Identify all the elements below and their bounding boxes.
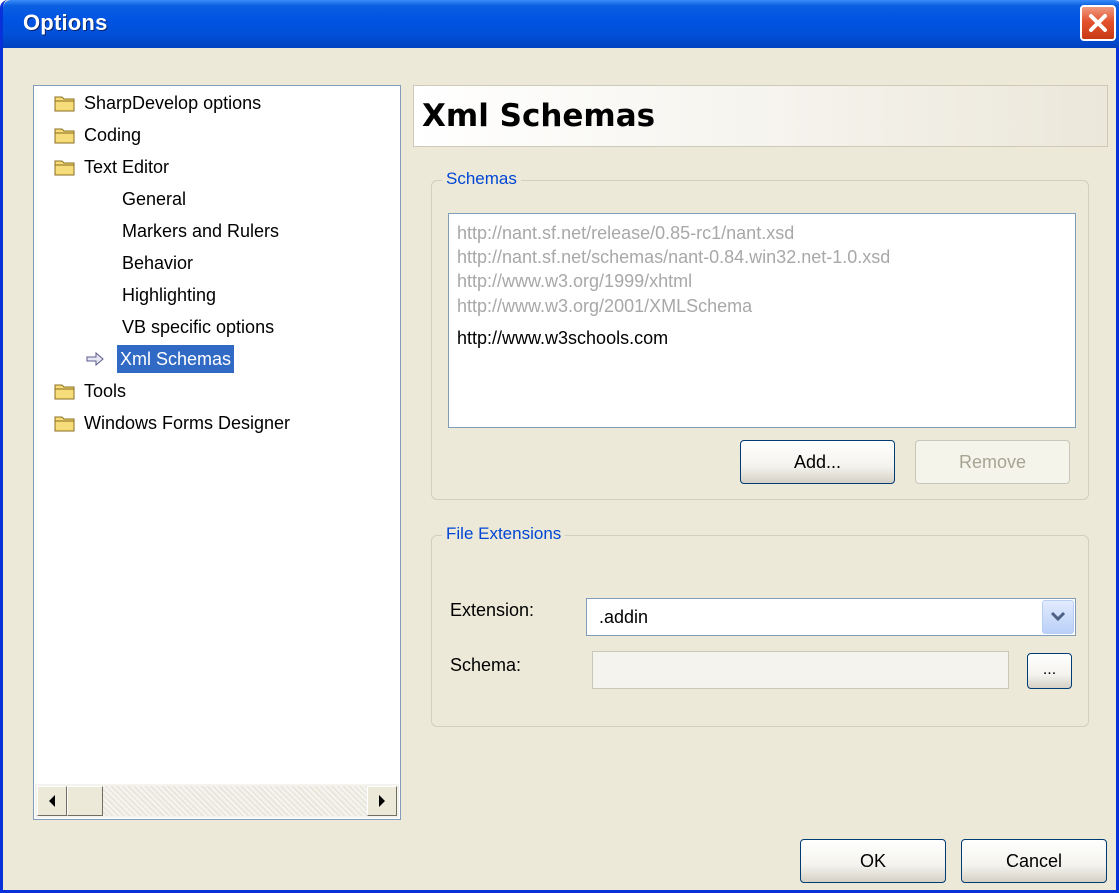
tree-item-label: Behavior [122, 253, 194, 273]
schemas-list[interactable]: http://nant.sf.net/release/0.85-rc1/nant… [448, 213, 1076, 428]
schema-field[interactable] [592, 651, 1009, 689]
arrow-left-icon [49, 795, 55, 807]
add-button[interactable]: Add... [740, 440, 895, 484]
close-icon [1089, 14, 1107, 32]
scroll-track[interactable] [103, 786, 367, 816]
extension-dropdown-button[interactable] [1042, 600, 1074, 634]
folder-icon [54, 96, 75, 112]
folder-icon [54, 384, 75, 400]
tree-item-label: Markers and Rulers [122, 221, 280, 241]
horizontal-scrollbar[interactable] [35, 784, 399, 818]
page-title: Xml Schemas [422, 98, 656, 134]
tree-item-label: SharpDevelop options [84, 93, 262, 113]
window-title: Options [23, 10, 108, 35]
panel-header: Xml Schemas [413, 85, 1108, 147]
cancel-button[interactable]: Cancel [961, 839, 1107, 883]
tree-item-label: Coding [84, 125, 142, 145]
arrow-right-icon [379, 795, 385, 807]
list-item[interactable]: http://nant.sf.net/release/0.85-rc1/nant… [457, 223, 794, 244]
remove-button[interactable]: Remove [915, 440, 1070, 484]
folder-open-icon [54, 160, 75, 176]
ok-button[interactable]: OK [800, 839, 946, 883]
chevron-down-icon [1050, 611, 1066, 622]
tree-item-label: Highlighting [122, 285, 217, 305]
title-bar[interactable]: Options [3, 0, 1119, 48]
close-button[interactable] [1080, 5, 1116, 41]
options-dialog: Options SharpDevelop options Coding Text… [0, 0, 1119, 893]
file-extensions-legend: File Extensions [442, 524, 566, 544]
folder-icon [54, 128, 75, 144]
folder-icon [54, 416, 75, 432]
options-tree[interactable]: SharpDevelop options Coding Text Editor … [33, 85, 401, 820]
current-arrow-icon [86, 352, 104, 366]
list-item[interactable]: http://www.w3.org/2001/XMLSchema [457, 296, 752, 317]
scroll-right-button[interactable] [367, 786, 397, 816]
schemas-legend: Schemas [442, 169, 521, 189]
extension-value: .addin [599, 607, 649, 627]
scroll-left-button[interactable] [37, 786, 67, 816]
tree-item-label: General [122, 189, 187, 209]
extension-select[interactable]: .addin [586, 598, 1076, 636]
tree-item-label: Xml Schemas [117, 345, 235, 373]
scroll-thumb[interactable] [67, 786, 103, 816]
browse-schema-button[interactable]: ... [1027, 653, 1072, 689]
tree-item-label: VB specific options [122, 317, 275, 337]
list-item[interactable]: http://www.w3.org/1999/xhtml [457, 271, 692, 292]
list-item[interactable]: http://nant.sf.net/schemas/nant-0.84.win… [457, 247, 890, 268]
tree-item-label: Tools [84, 381, 127, 401]
extension-label: Extension: [450, 600, 535, 620]
tree-item-label: Windows Forms Designer [84, 413, 291, 433]
schema-label: Schema: [450, 655, 522, 675]
tree-item-label: Text Editor [84, 157, 170, 177]
list-item[interactable]: http://www.w3schools.com [457, 328, 668, 349]
